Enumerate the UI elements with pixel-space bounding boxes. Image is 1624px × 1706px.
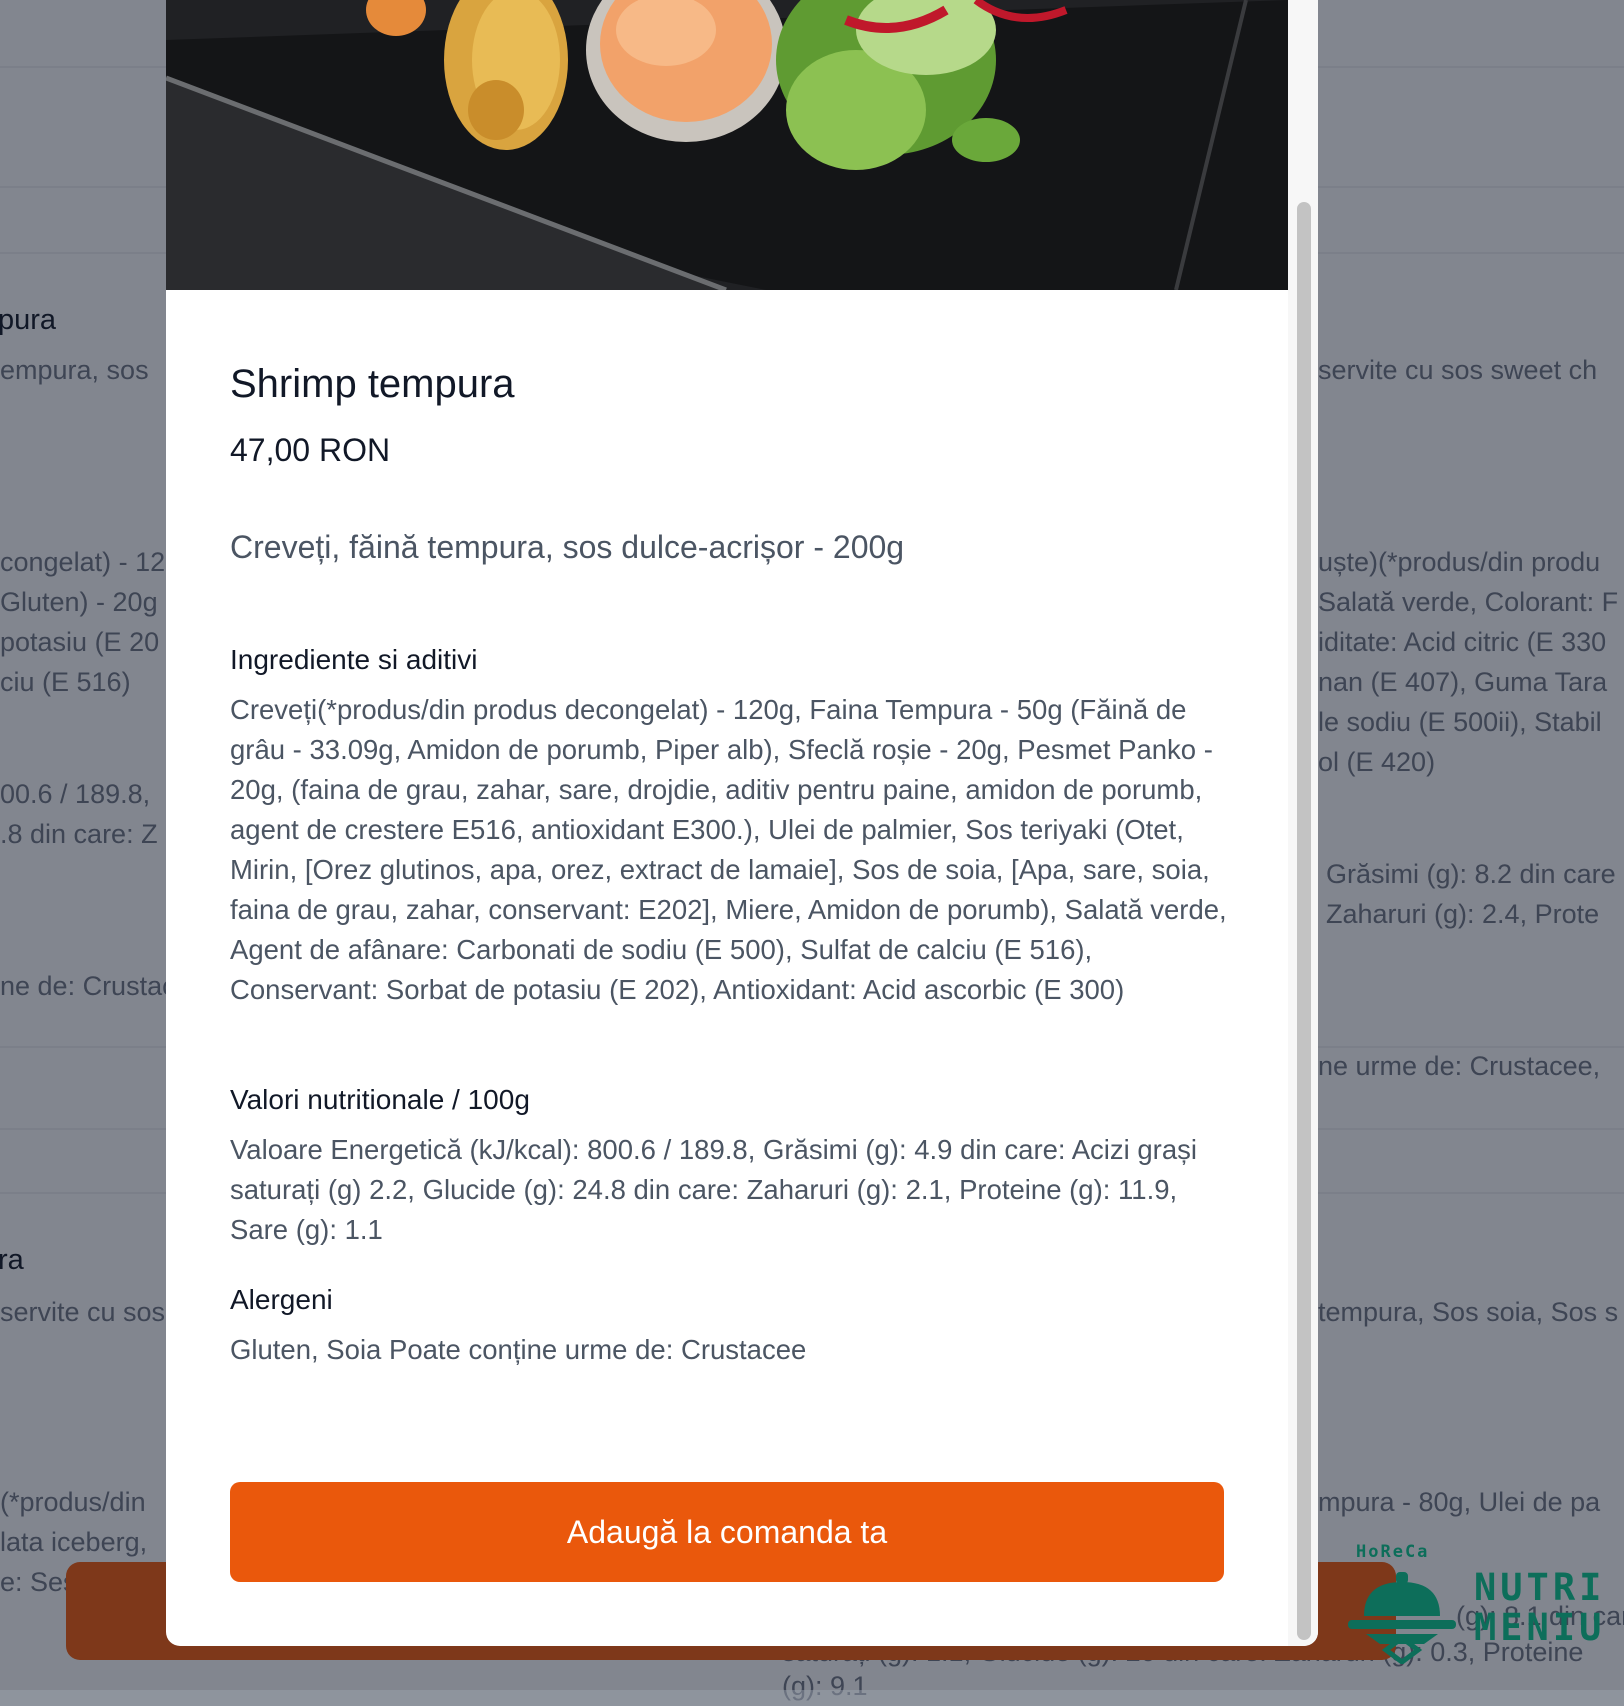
nutri-meniu-logo: HoReCa NUTRI MENIU bbox=[1340, 1540, 1610, 1680]
logo-word-meniu: MENIU bbox=[1474, 1606, 1606, 1649]
ingredients-text: Creveți(*produs/din produs decongelat) -… bbox=[230, 694, 1227, 1005]
product-detail-modal: Shrimp tempura 47,00 RON Creveți, făină … bbox=[166, 0, 1318, 1646]
cloche-icon bbox=[1348, 1572, 1456, 1664]
product-price: 47,00 RON bbox=[230, 432, 391, 468]
nutrition-text: Valoare Energetică (kJ/kcal): 800.6 / 18… bbox=[230, 1134, 1197, 1245]
add-to-order-button[interactable]: Adaugă la comanda ta bbox=[230, 1482, 1224, 1582]
allergens-heading: Alergeni bbox=[230, 1284, 333, 1315]
modal-scrollbar-thumb[interactable] bbox=[1297, 202, 1311, 1640]
product-description: Creveți, făină tempura, sos dulce-acrișo… bbox=[230, 529, 905, 565]
nutrition-heading: Valori nutritionale / 100g bbox=[230, 1084, 530, 1115]
product-photo bbox=[166, 0, 1288, 290]
logo-horeca-text: HoReCa bbox=[1356, 1542, 1430, 1562]
allergens-text: Gluten, Soia Poate conține urme de: Crus… bbox=[230, 1334, 807, 1365]
product-title: Shrimp tempura bbox=[230, 362, 515, 406]
logo-word-nutri: NUTRI bbox=[1474, 1566, 1606, 1609]
ingredients-heading: Ingrediente si aditivi bbox=[230, 644, 478, 675]
